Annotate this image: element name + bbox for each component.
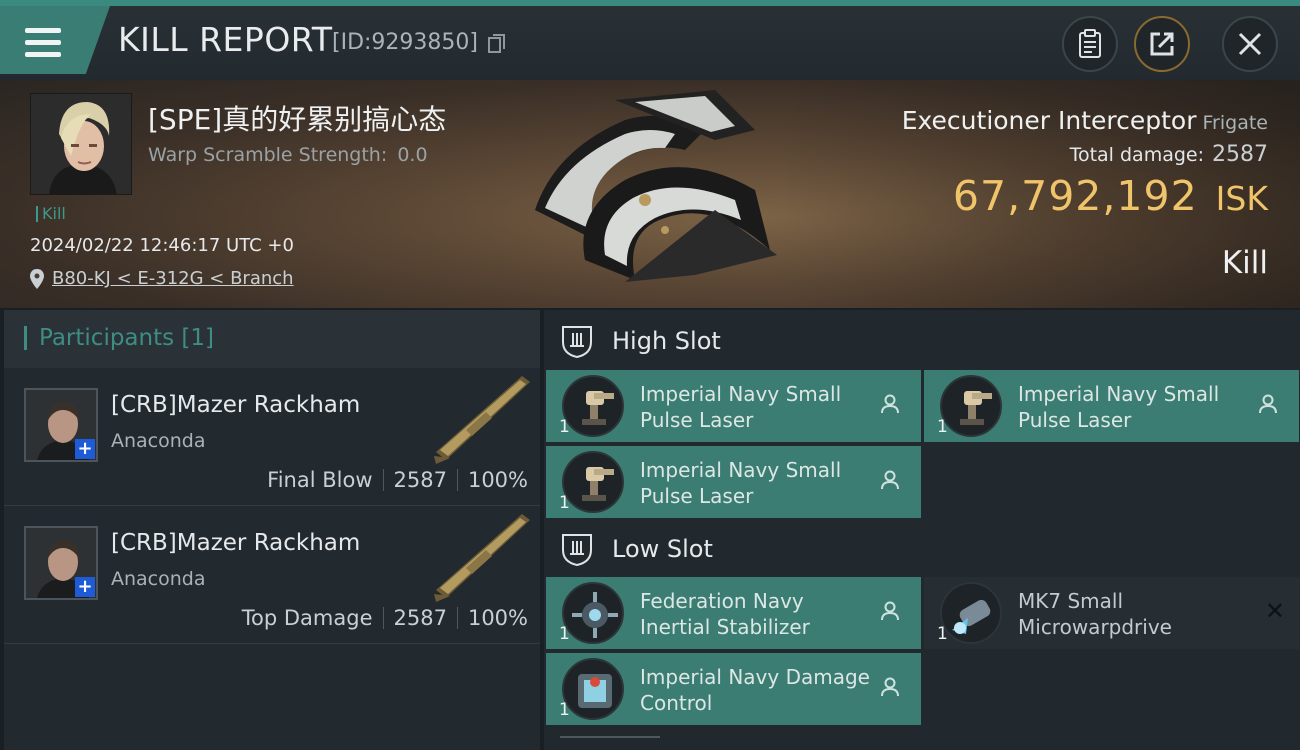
location-link[interactable]: B80-KJ < E-312G < Branch	[52, 268, 294, 289]
slot-shield-icon	[562, 534, 592, 566]
person-icon	[881, 601, 899, 621]
participant-percent: 100%	[467, 468, 528, 492]
person-icon	[881, 470, 899, 490]
participant-name[interactable]: [CRB]Mazer Rackham	[111, 392, 360, 418]
victim-name[interactable]: [SPE]真的好累别搞心态	[148, 98, 446, 138]
module-name: Imperial Navy Small Pulse Laser	[640, 458, 842, 508]
module-name: Federation Navy Inertial Stabilizer	[640, 589, 810, 639]
module-item[interactable]: 1 Imperial Navy Small Pulse Laser	[546, 446, 921, 518]
damage-value: 2587	[1212, 142, 1268, 167]
participant-damage: 2587	[393, 606, 447, 630]
laser-module-icon	[562, 451, 624, 513]
participant-damage: 2587	[393, 468, 447, 492]
ship-image	[535, 90, 777, 282]
kill-datetime: 2024/02/22 12:46:17 UTC +0	[30, 235, 294, 256]
total-damage: Total damage: 2587	[1070, 142, 1268, 167]
module-quantity: 1	[559, 624, 570, 644]
participant-ship: Anaconda	[111, 568, 206, 590]
result-label: Kill	[1221, 245, 1268, 281]
person-icon	[1259, 394, 1277, 414]
participants-panel: Participants [1] + [CRB]Mazer Rackham An…	[4, 310, 540, 750]
isk-value-line: 67,792,192 ISK	[953, 172, 1268, 220]
weapon-icon	[434, 514, 530, 602]
laser-module-icon	[562, 375, 624, 437]
victim-portrait[interactable]	[30, 93, 132, 195]
share-icon	[1150, 32, 1174, 56]
participant-percent: 100%	[467, 606, 528, 630]
participant-row[interactable]: + [CRB]Mazer Rackham Anaconda Top Damage…	[4, 508, 540, 644]
module-quantity: 1	[937, 624, 948, 644]
ship-name-text: Executioner Interceptor	[901, 106, 1197, 135]
victim-avatar	[31, 94, 131, 194]
participant-stats: Final Blow 2587 100%	[267, 468, 528, 492]
module-item[interactable]: 1 Imperial Navy Damage Control	[546, 653, 921, 725]
module-quantity: 1	[559, 417, 570, 437]
ship-class: Frigate	[1202, 112, 1268, 134]
ship-name[interactable]: Executioner Interceptor Frigate	[902, 106, 1268, 135]
warp-value: 0.0	[397, 144, 428, 166]
participants-title: Participants [1]	[24, 326, 214, 350]
module-name: Imperial Navy Damage Control	[640, 665, 870, 715]
module-quantity: 1	[559, 700, 570, 720]
module-name: Imperial Navy Small Pulse Laser	[640, 382, 842, 432]
participant-name[interactable]: [CRB]Mazer Rackham	[111, 530, 360, 556]
module-quantity: 1	[937, 417, 948, 437]
menu-button[interactable]	[0, 6, 110, 74]
x-icon: ✕	[1264, 597, 1285, 625]
menu-icon	[25, 28, 61, 58]
report-id: [ID:9293850]	[332, 30, 478, 55]
plus-badge: +	[75, 439, 95, 459]
damage-control-module-icon	[562, 658, 624, 720]
participant-ship: Anaconda	[111, 430, 206, 452]
plus-badge: +	[75, 577, 95, 597]
damage-label: Total damage:	[1069, 144, 1204, 166]
kill-location[interactable]: B80-KJ < E-312G < Branch	[30, 268, 294, 289]
laser-module-icon	[940, 375, 1002, 437]
participant-stats: Top Damage 2587 100%	[242, 606, 528, 630]
person-icon	[881, 677, 899, 697]
close-button[interactable]	[1222, 16, 1278, 72]
microwarpdrive-module-icon	[940, 582, 1002, 644]
module-item[interactable]: 1 MK7 Small Microwarpdrive ✕	[924, 577, 1299, 649]
avatar[interactable]: +	[24, 388, 98, 462]
low-slot-label: Low Slot	[612, 535, 713, 563]
slot-shield-icon	[562, 326, 592, 358]
high-slot-header: High Slot	[544, 312, 1300, 370]
warp-scramble: Warp Scramble Strength: 0.0	[148, 144, 428, 166]
top-accent-line	[0, 0, 1300, 6]
module-quantity: 1	[559, 493, 570, 513]
fitting-panel: High Slot 1 Imperial Navy Small Pulse La…	[544, 310, 1300, 750]
participants-header: Participants [1]	[4, 310, 540, 368]
kill-tag: Kill	[36, 206, 66, 222]
participant-role: Top Damage	[241, 606, 373, 630]
isk-value: 67,792,192	[952, 172, 1198, 220]
clipboard-icon	[1079, 29, 1101, 58]
module-item[interactable]: 1 Imperial Navy Small Pulse Laser	[546, 370, 921, 442]
warp-label: Warp Scramble Strength:	[148, 144, 388, 166]
module-name: MK7 Small Microwarpdrive	[1018, 589, 1172, 639]
next-slot-header	[560, 736, 660, 750]
stabilizer-module-icon	[562, 582, 624, 644]
clipboard-button[interactable]	[1062, 16, 1118, 72]
module-name: Imperial Navy Small Pulse Laser	[1018, 382, 1220, 432]
kill-summary: [SPE]真的好累别搞心态 Warp Scramble Strength: 0.…	[0, 80, 1300, 308]
share-button[interactable]	[1134, 16, 1190, 72]
module-item[interactable]: 1 Federation Navy Inertial Stabilizer	[546, 577, 921, 649]
top-bar: KILL REPORT [ID:9293850]	[0, 0, 1300, 80]
person-icon	[881, 394, 899, 414]
weapon-icon	[434, 376, 530, 464]
copy-icon[interactable]	[488, 34, 506, 54]
module-item[interactable]: 1 Imperial Navy Small Pulse Laser	[924, 370, 1299, 442]
page-title: KILL REPORT	[118, 20, 333, 59]
close-icon	[1238, 32, 1262, 56]
participant-role: Final Blow	[267, 468, 373, 492]
location-pin-icon	[30, 268, 44, 289]
isk-unit: ISK	[1215, 179, 1268, 218]
participant-row[interactable]: + [CRB]Mazer Rackham Anaconda Final Blow…	[4, 370, 540, 506]
high-slot-label: High Slot	[612, 327, 721, 355]
avatar[interactable]: +	[24, 526, 98, 600]
low-slot-header: Low Slot	[544, 520, 1300, 578]
